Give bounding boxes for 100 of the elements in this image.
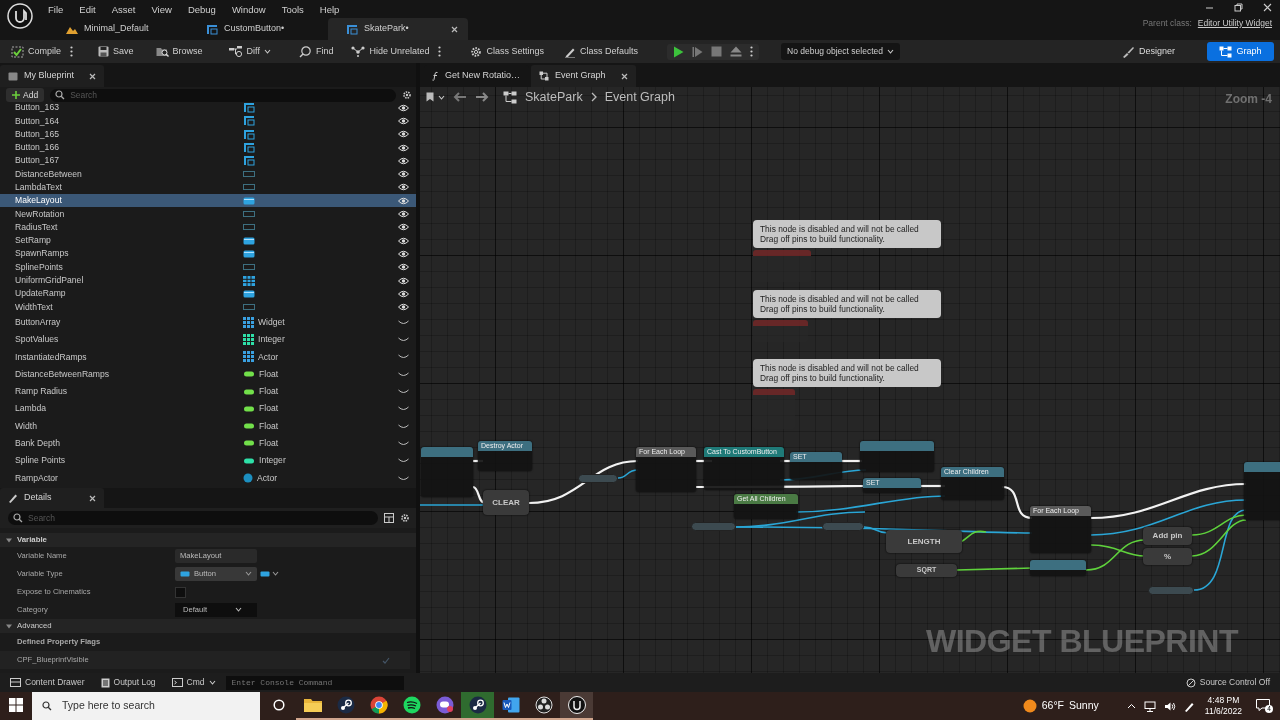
taskbar-search-input[interactable]: Type here to search [60,697,240,715]
menu-item[interactable]: File [40,0,72,17]
eye-icon [398,263,409,272]
weather-widget[interactable]: 66°F Sunny [1022,698,1099,714]
variable-item[interactable]: Spline Points Integer [0,452,416,470]
close-icon [89,72,96,80]
eject-button[interactable] [730,46,742,57]
variable-item[interactable]: ButtonArray Widget [0,313,416,332]
cmd-dropdown[interactable]: Cmd [165,676,222,689]
menu-item[interactable]: Asset [103,0,144,17]
graph-node[interactable] [1030,560,1086,576]
widget-item[interactable]: DistanceBetween [0,167,416,181]
widget-item[interactable]: Button_167 [0,154,416,168]
widget-item[interactable]: UpdateRamp [0,287,416,301]
class-settings-button[interactable]: Class Settings [465,42,549,61]
container-type-dropdown[interactable] [260,571,279,577]
output-log-button[interactable]: Output Log [94,676,162,689]
add-button[interactable]: Add [6,88,45,102]
breadcrumb-link[interactable]: Event Graph [604,87,675,107]
console-input[interactable]: Enter Console Command [225,675,404,690]
menu-item[interactable]: Debug [179,0,224,17]
variable-item[interactable]: Bank Depth Float [0,434,416,453]
eye-icon [398,210,409,218]
back-button[interactable] [453,92,467,102]
compact-node[interactable]: CLEAR [483,490,529,515]
variable-item[interactable]: Lambda Float [0,400,416,418]
graph-node[interactable] [860,441,934,472]
compact-node[interactable]: Add pin [1143,527,1192,545]
variable-item[interactable]: Ramp Radius Float [0,382,416,401]
getter-node[interactable] [822,522,864,531]
checkbox[interactable] [175,586,186,598]
panel-tab[interactable]: My Blueprint [0,65,104,87]
widget-item[interactable]: UniformGridPanel [0,273,416,288]
browse-button[interactable]: Browse [150,42,208,61]
mode-tab[interactable]: Graph [1207,41,1274,62]
taskbar-app[interactable] [560,692,593,720]
taskbar-search-field[interactable]: Type here to search [32,692,260,720]
type-label: Integer [258,333,285,347]
eye-icon [398,170,409,179]
menu-item[interactable]: Edit [71,0,104,17]
widget-item[interactable]: SplinePoints [0,260,416,274]
widget-item[interactable]: Button_164 [0,114,416,128]
content-drawer-button[interactable]: Content Drawer [4,676,91,689]
step-button[interactable] [692,45,703,58]
search-field[interactable]: Search [8,511,378,525]
hide-unrelated-button[interactable]: Hide Unrelated [346,42,435,61]
debug-object-dropdown[interactable]: No debug object selected [781,43,900,60]
note-text: This node is disabled and will not be called [760,363,920,373]
document-icon [501,697,520,713]
document-tab[interactable]: Minimal_Default [48,18,188,40]
menu-item[interactable]: View [143,0,180,17]
play-button[interactable] [673,45,684,58]
menu-item[interactable]: Help [311,0,348,17]
widget-item[interactable]: Button_163 [0,103,416,115]
bookmark-button[interactable] [426,92,445,102]
document-tab[interactable]: SkatePark• [328,18,468,40]
widget-item[interactable]: LambdaText [0,180,416,195]
source-control-button[interactable]: Source Control Off [1179,676,1276,689]
parent-class-link[interactable]: Editor Utility Widget [1197,17,1272,30]
save-button[interactable]: Save [93,42,139,61]
taskbar-app[interactable] [461,692,494,720]
closed-eye-icon [398,389,409,395]
diff-button[interactable]: Diff [223,42,276,61]
editor-tab[interactable]: Event Graph [531,65,636,87]
variable-item[interactable]: Width Float [0,417,416,435]
widget-item[interactable]: MakeLayout [0,194,416,208]
variable-item[interactable]: InstantiatedRamps Actor [0,348,416,366]
getter-node[interactable] [1148,586,1194,595]
class-defaults-button[interactable]: Class Defaults [559,42,643,61]
note-text: This node is disabled and will not be called [760,224,920,234]
compact-node[interactable]: LENGTH [886,530,962,553]
getter-node[interactable] [691,522,736,531]
type-label: Actor [258,350,279,364]
compact-node[interactable]: % [1143,548,1192,565]
menu-item[interactable]: Tools [273,0,312,17]
widget-item[interactable]: SpawnRamps [0,247,416,261]
widget-item[interactable]: Button_166 [0,140,416,155]
graph-node[interactable] [1244,462,1280,520]
variable-item[interactable]: RampActor Actor [0,469,416,487]
graph-node[interactable] [421,447,473,497]
widget-item[interactable]: RadiusText [0,220,416,234]
search-field[interactable]: Search [50,88,396,102]
document-tab[interactable]: CustomButton• [188,18,328,40]
widget-item[interactable]: Button_165 [0,127,416,141]
variable-item[interactable]: DistanceBetweenRamps Float [0,365,416,383]
mode-tab[interactable]: Designer [1111,41,1185,62]
widget-item[interactable]: SetRamp [0,233,416,248]
widget-item[interactable]: NewRotation [0,207,416,221]
eye-icon [398,303,409,312]
menu-item[interactable]: Window [223,0,274,17]
pill-icon [260,571,270,577]
forward-button[interactable] [475,92,489,102]
chevron-up-icon [1126,703,1136,709]
panel-tab[interactable]: Details [0,488,104,508]
find-button[interactable]: Find [293,42,339,61]
getter-node[interactable] [578,474,618,483]
compile-button[interactable]: Compile [6,42,66,61]
breadcrumb-link[interactable]: SkatePark [525,87,583,107]
widget-item[interactable]: WidthText [0,300,416,314]
variable-item[interactable]: SpotValues Integer [0,331,416,349]
